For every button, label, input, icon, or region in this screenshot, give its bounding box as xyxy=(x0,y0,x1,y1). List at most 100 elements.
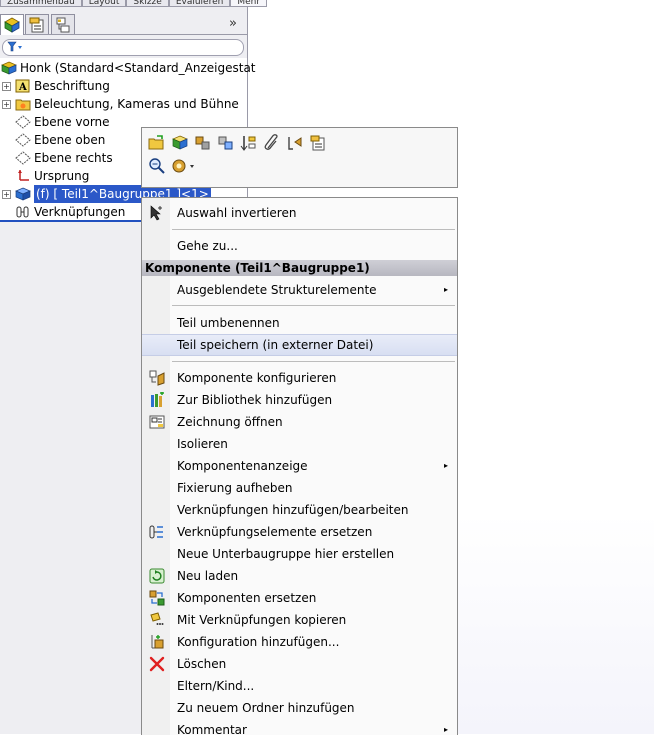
context-toolbar xyxy=(141,127,458,188)
tree-item-origin[interactable]: Ursprung xyxy=(0,167,89,185)
menu-item-goto[interactable]: Gehe zu... xyxy=(142,235,457,257)
mates-icon xyxy=(15,205,31,219)
show-components-icon[interactable] xyxy=(217,134,235,152)
tree-item-annotations[interactable]: + A Beschriftung xyxy=(0,77,110,95)
submenu-arrow-icon: ▸ xyxy=(443,725,448,734)
edit-part-icon[interactable] xyxy=(171,134,189,152)
tree-item-mates[interactable]: Verknüpfungen xyxy=(0,203,125,221)
mate-icon[interactable] xyxy=(286,134,304,152)
menu-item-unfix[interactable]: Fixierung aufheben xyxy=(142,477,457,499)
configuration-manager-icon xyxy=(56,17,70,32)
menu-item-comment[interactable]: Kommentar ▸ xyxy=(142,719,457,741)
menu-item-label: Verknüpfungen hinzufügen/bearbeiten xyxy=(177,503,409,517)
tree-item-label: Verknüpfungen xyxy=(34,205,126,219)
menu-item-parent-child[interactable]: Eltern/Kind... xyxy=(142,675,457,697)
tree-item-right-plane[interactable]: Ebene rechts xyxy=(0,149,113,167)
menu-item-isolate[interactable]: Isolieren xyxy=(142,433,457,455)
copy-with-mates-icon xyxy=(149,612,165,628)
context-menu: Auswahl invertieren Gehe zu... Komponent… xyxy=(141,197,458,737)
menu-item-label: Komponentenanzeige xyxy=(177,459,308,473)
lights-folder-icon xyxy=(15,97,31,111)
reorder-icon[interactable] xyxy=(240,134,258,152)
submenu-arrow-icon: ▸ xyxy=(443,461,448,470)
menu-item-label: Auswahl invertieren xyxy=(177,206,297,220)
menu-item-label: Kommentar xyxy=(177,723,247,737)
zoom-to-selection-icon[interactable] xyxy=(148,157,166,175)
menu-item-label: Mit Verknüpfungen kopieren xyxy=(177,613,347,627)
replace-mate-entities-icon xyxy=(149,524,165,540)
part-icon xyxy=(15,187,31,201)
panel-tabs: » xyxy=(0,10,247,35)
menu-item-label: Komponenten ersetzen xyxy=(177,591,317,605)
menu-item-add-to-library[interactable]: Zur Bibliothek hinzufügen xyxy=(142,389,457,411)
tab-evaluate[interactable]: Evaluieren xyxy=(168,0,231,7)
menu-item-reload[interactable]: Neu laden xyxy=(142,565,457,587)
replace-components-icon xyxy=(149,590,165,606)
menu-item-rename-part[interactable]: Teil umbenennen xyxy=(142,312,457,334)
tree-item-label: Beleuchtung, Kameras und Bühne xyxy=(34,97,239,111)
menu-item-label: Zeichnung öffnen xyxy=(177,415,283,429)
menu-item-component-display[interactable]: Komponentenanzeige ▸ xyxy=(142,455,457,477)
cursor-arrow-icon xyxy=(149,205,165,221)
menu-item-hidden-features[interactable]: Ausgeblendete Strukturelemente ▸ xyxy=(142,279,457,301)
menu-item-label: Zur Bibliothek hinzufügen xyxy=(177,393,333,407)
appearance-dropdown-icon[interactable] xyxy=(171,157,197,175)
menu-item-label: Neue Unterbaugruppe hier erstellen xyxy=(177,547,395,561)
menu-item-label: Löschen xyxy=(177,657,227,671)
menu-item-save-part-external[interactable]: Teil speichern (in externer Datei) xyxy=(142,334,457,356)
tree-item-front-plane[interactable]: Ebene vorne xyxy=(0,113,110,131)
tree-item-top-plane[interactable]: Ebene oben xyxy=(0,131,105,149)
menu-item-add-edit-mates[interactable]: Verknüpfungen hinzufügen/bearbeiten xyxy=(142,499,457,521)
menu-item-add-to-new-folder[interactable]: Zu neuem Ordner hinzufügen xyxy=(142,697,457,719)
tree-root[interactable]: Honk (Standard<Standard_Anzeigestat xyxy=(0,59,256,77)
component-properties-icon[interactable] xyxy=(309,134,327,152)
menu-item-open-drawing[interactable]: Zeichnung öffnen xyxy=(142,411,457,433)
menu-item-label: Zu neuem Ordner hinzufügen xyxy=(177,701,355,715)
property-manager-icon xyxy=(29,17,44,32)
tree-item-lights-cameras[interactable]: + Beleuchtung, Kameras und Bühne xyxy=(0,95,239,113)
expand-toggle[interactable]: + xyxy=(2,81,11,91)
command-manager-tabs: Zusammenbau Layout Skizze Evaluieren Meh… xyxy=(0,0,330,7)
menu-item-label: Gehe zu... xyxy=(177,239,238,253)
delete-icon xyxy=(149,656,165,672)
configure-component-icon xyxy=(149,370,165,386)
menu-item-new-subassembly[interactable]: Neue Unterbaugruppe hier erstellen xyxy=(142,543,457,565)
origin-icon xyxy=(15,169,31,183)
tab-sketch[interactable]: Skizze xyxy=(126,0,169,7)
plane-icon xyxy=(15,151,31,165)
tree-item-label: Ebene oben xyxy=(34,133,106,147)
tree-filter-input[interactable] xyxy=(2,39,244,56)
paperclip-icon[interactable] xyxy=(263,134,281,152)
tab-layout[interactable]: Layout xyxy=(81,0,127,7)
property-manager-tab[interactable] xyxy=(25,14,49,34)
feature-manager-tab[interactable] xyxy=(0,14,24,35)
feature-manager-icon xyxy=(4,17,20,33)
tree-item-label: Beschriftung xyxy=(34,79,110,93)
menu-item-add-configuration[interactable]: Konfiguration hinzufügen... xyxy=(142,631,457,653)
menu-item-label: Isolieren xyxy=(177,437,228,451)
menu-item-label: Konfiguration hinzufügen... xyxy=(177,635,340,649)
menu-item-copy-with-mates[interactable]: Mit Verknüpfungen kopieren xyxy=(142,609,457,631)
menu-item-label: Eltern/Kind... xyxy=(177,679,255,693)
menu-separator xyxy=(172,361,455,362)
menu-item-label: Teil umbenennen xyxy=(177,316,280,330)
expand-toggle[interactable]: + xyxy=(2,189,11,199)
tab-assembly[interactable]: Zusammenbau xyxy=(0,0,82,7)
menu-item-delete[interactable]: Löschen xyxy=(142,653,457,675)
open-drawing-icon xyxy=(149,414,165,430)
open-part-icon[interactable] xyxy=(148,134,166,152)
panel-expand-button[interactable]: » xyxy=(229,16,237,31)
expand-toggle[interactable]: + xyxy=(2,99,11,109)
menu-item-invert-selection[interactable]: Auswahl invertieren xyxy=(142,202,457,224)
menu-item-replace-components[interactable]: Komponenten ersetzen xyxy=(142,587,457,609)
plane-icon xyxy=(15,133,31,147)
tree-item-label: Ebene vorne xyxy=(34,115,110,129)
configuration-manager-tab[interactable] xyxy=(51,14,75,34)
hide-components-icon[interactable] xyxy=(194,134,212,152)
menu-item-configure-component[interactable]: Komponente konfigurieren xyxy=(142,367,457,389)
add-configuration-icon xyxy=(149,634,165,650)
menu-item-replace-mate-entities[interactable]: Verknüpfungselemente ersetzen xyxy=(142,521,457,543)
menu-item-label: Ausgeblendete Strukturelemente xyxy=(177,283,377,297)
tree-root-label: Honk (Standard<Standard_Anzeigestat xyxy=(20,61,256,75)
tab-more[interactable]: Mehr xyxy=(230,0,268,7)
